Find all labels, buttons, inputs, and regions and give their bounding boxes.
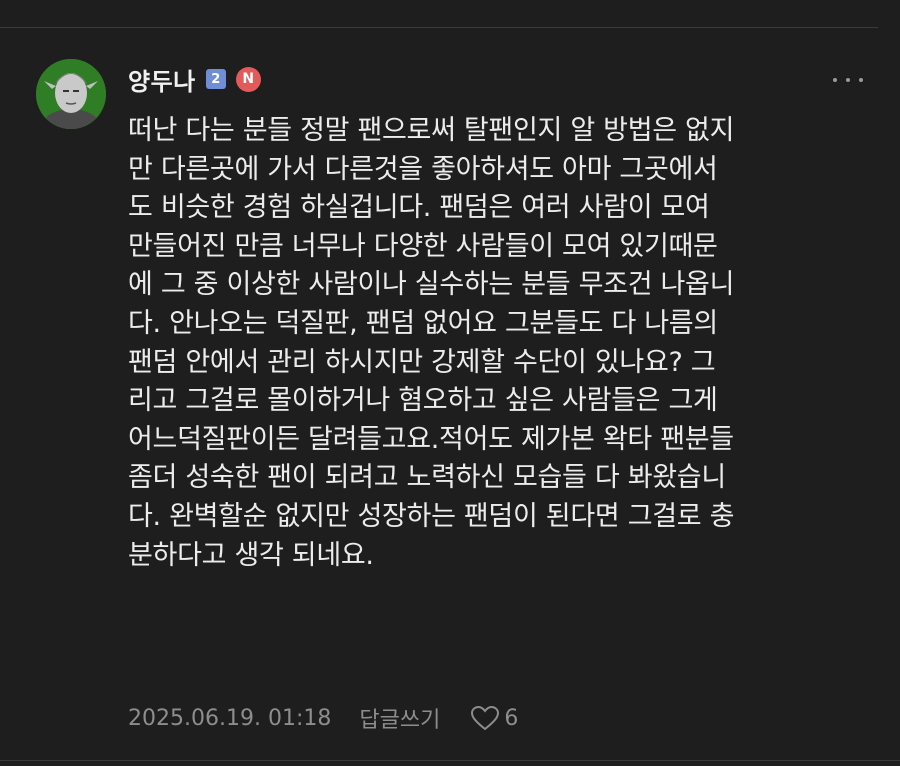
more-dot (833, 78, 837, 82)
author-name[interactable]: 양두나 (128, 62, 196, 97)
top-divider (0, 27, 878, 28)
comment-text: 떠난 다는 분들 정말 팬으로써 탈팬인지 알 방법은 없지 만 다른곳에 가서… (128, 115, 735, 571)
bottom-divider (0, 760, 900, 761)
new-badge: N (235, 66, 261, 92)
comment-meta: 2025.06.19. 01:18 답글쓰기 6 (128, 700, 518, 736)
more-dot (846, 78, 850, 82)
avatar-image (36, 59, 106, 129)
like-button[interactable]: 6 (470, 705, 518, 731)
grade-badge: 2 (205, 69, 226, 89)
more-vertical-icon[interactable] (833, 70, 863, 90)
more-dot (859, 78, 863, 82)
like-count: 6 (504, 705, 519, 731)
avatar[interactable] (36, 59, 106, 129)
heart-outline-icon (471, 705, 500, 731)
reply-button[interactable]: 답글쓰기 (359, 702, 440, 734)
timestamp: 2025.06.19. 01:18 (128, 705, 332, 731)
author-row: 양두나 2 N (128, 62, 261, 96)
